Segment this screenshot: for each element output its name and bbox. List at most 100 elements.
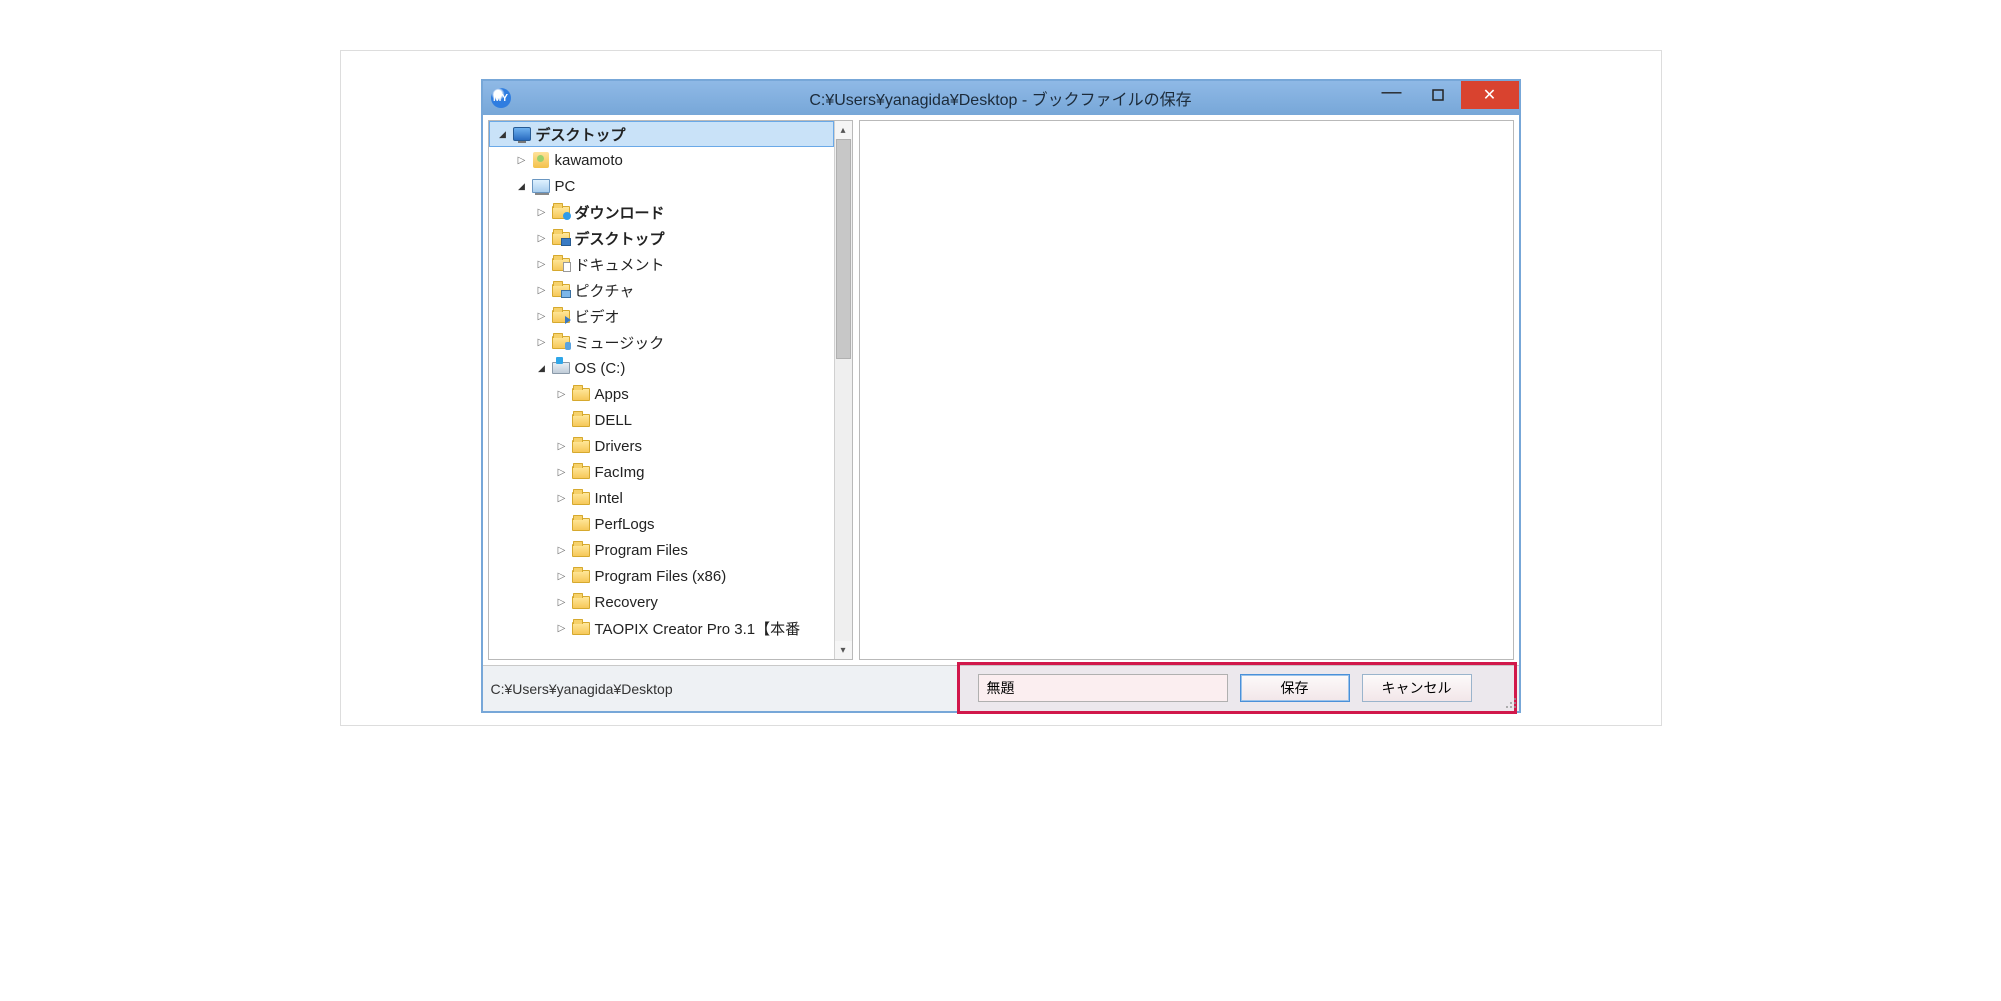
pc-icon — [531, 177, 551, 195]
save-dialog-window: MY C:¥Users¥yanagida¥Desktop - ブックファイルの保… — [481, 79, 1521, 713]
tree-item-label: ドキュメント — [575, 254, 665, 275]
tree-item[interactable]: ◢ PC — [489, 173, 834, 199]
tree-item[interactable]: ▷ デスクトップ — [489, 225, 834, 251]
chevron-right-icon[interactable]: ▷ — [535, 259, 549, 270]
tree-item[interactable]: ▷ ビデオ — [489, 303, 834, 329]
tree-item-label: ビデオ — [575, 306, 620, 327]
tree-item-label: TAOPIX Creator Pro 3.1【本番 — [595, 618, 801, 639]
tree-item-label: デスクトップ — [536, 124, 626, 145]
folder-vid-icon — [551, 307, 571, 325]
folder-pic-icon — [551, 281, 571, 299]
chevron-right-icon[interactable]: ▷ — [555, 493, 569, 504]
tree-scrollbar[interactable]: ▴ ▾ — [834, 121, 852, 659]
chevron-down-icon[interactable]: ◢ — [535, 363, 549, 374]
tree-item[interactable]: ▷ ドキュメント — [489, 251, 834, 277]
tree-item[interactable]: ▷ kawamoto — [489, 147, 834, 173]
current-path-label: C:¥Users¥yanagida¥Desktop — [491, 681, 673, 697]
maximize-icon — [1432, 89, 1444, 101]
tree-item[interactable]: ▷ Recovery — [489, 589, 834, 615]
maximize-button[interactable] — [1415, 81, 1461, 109]
chevron-right-icon[interactable]: ▷ — [555, 623, 569, 634]
scroll-thumb[interactable] — [836, 139, 851, 359]
resize-grip-icon[interactable] — [1505, 697, 1517, 709]
folder-tree[interactable]: ◢ デスクトップ ▷ kawamoto ◢ PC ▷ ダウンロード ▷ デスクトップ ▷ ドキュメント… — [489, 121, 834, 659]
chevron-right-icon[interactable]: ▷ — [535, 207, 549, 218]
tree-item-label: FacImg — [595, 464, 645, 481]
folder-icon — [571, 385, 591, 403]
tree-item[interactable]: ▷ Apps — [489, 381, 834, 407]
tree-item[interactable]: DELL — [489, 407, 834, 433]
tree-item[interactable]: ◢ デスクトップ — [489, 121, 834, 147]
action-highlight-box: 保存 キャンセル — [957, 662, 1517, 714]
chevron-right-icon[interactable]: ▷ — [535, 337, 549, 348]
window-body: ◢ デスクトップ ▷ kawamoto ◢ PC ▷ ダウンロード ▷ デスクトップ ▷ ドキュメント… — [483, 115, 1519, 665]
tree-item-label: OS (C:) — [575, 360, 626, 377]
app-icon: MY — [491, 88, 511, 108]
chevron-right-icon[interactable]: ▷ — [535, 233, 549, 244]
tree-item-label: Recovery — [595, 594, 658, 611]
minimize-button[interactable]: — — [1369, 81, 1415, 109]
chevron-right-icon[interactable]: ▷ — [555, 389, 569, 400]
titlebar[interactable]: MY C:¥Users¥yanagida¥Desktop - ブックファイルの保… — [483, 81, 1519, 115]
tree-item-label: PerfLogs — [595, 516, 655, 533]
tree-item-label: ダウンロード — [575, 202, 665, 223]
tree-item[interactable]: ▷ Intel — [489, 485, 834, 511]
tree-item[interactable]: ▷ ダウンロード — [489, 199, 834, 225]
folder-icon — [571, 567, 591, 585]
scroll-up-button[interactable]: ▴ — [835, 121, 852, 139]
tree-item-label: Apps — [595, 386, 629, 403]
chevron-right-icon[interactable]: ▷ — [535, 311, 549, 322]
tree-item[interactable]: ▷ ピクチャ — [489, 277, 834, 303]
tree-item[interactable]: ▷ Program Files (x86) — [489, 563, 834, 589]
chevron-right-icon[interactable]: ▷ — [555, 441, 569, 452]
chevron-down-icon[interactable]: ◢ — [496, 129, 510, 140]
chevron-right-icon[interactable]: ▷ — [555, 571, 569, 582]
file-list-pane[interactable] — [859, 120, 1514, 660]
folder-icon — [571, 541, 591, 559]
tree-item[interactable]: ▷ FacImg — [489, 459, 834, 485]
chevron-right-icon[interactable]: ▷ — [555, 467, 569, 478]
tree-item-label: ミュージック — [575, 332, 665, 353]
window-controls: — ✕ — [1369, 81, 1519, 109]
tree-item[interactable]: ▷ Program Files — [489, 537, 834, 563]
folder-icon — [571, 437, 591, 455]
folder-doc-icon — [551, 255, 571, 273]
tree-item[interactable]: ▷ TAOPIX Creator Pro 3.1【本番 — [489, 615, 834, 641]
cancel-button[interactable]: キャンセル — [1362, 674, 1472, 702]
tree-item-label: Program Files — [595, 542, 688, 559]
folder-icon — [571, 489, 591, 507]
chevron-right-icon[interactable]: ▷ — [535, 285, 549, 296]
tree-item-label: ピクチャ — [575, 280, 635, 301]
save-button[interactable]: 保存 — [1240, 674, 1350, 702]
tree-item-label: デスクトップ — [575, 228, 665, 249]
tree-item[interactable]: ◢ OS (C:) — [489, 355, 834, 381]
folder-dsk-icon — [551, 229, 571, 247]
tree-item-label: Program Files (x86) — [595, 568, 727, 585]
folder-dl-icon — [551, 203, 571, 221]
tree-item[interactable]: ▷ ミュージック — [489, 329, 834, 355]
filename-input[interactable] — [978, 674, 1228, 702]
tree-item-label: Intel — [595, 490, 623, 507]
statusbar: C:¥Users¥yanagida¥Desktop 保存 キャンセル — [483, 665, 1519, 711]
folder-icon — [571, 411, 591, 429]
close-button[interactable]: ✕ — [1461, 81, 1519, 109]
window-title: C:¥Users¥yanagida¥Desktop - ブックファイルの保存 — [809, 86, 1191, 110]
folder-icon — [571, 619, 591, 637]
chevron-down-icon[interactable]: ◢ — [515, 181, 529, 192]
tree-item[interactable]: PerfLogs — [489, 511, 834, 537]
outer-frame: MY C:¥Users¥yanagida¥Desktop - ブックファイルの保… — [340, 50, 1662, 726]
tree-item-label: DELL — [595, 412, 633, 429]
drive-icon — [551, 359, 571, 377]
monitor-icon — [512, 125, 532, 143]
folder-mus-icon — [551, 333, 571, 351]
folder-icon — [571, 593, 591, 611]
chevron-right-icon[interactable]: ▷ — [555, 597, 569, 608]
folder-icon — [571, 515, 591, 533]
tree-item-label: kawamoto — [555, 152, 623, 169]
tree-item[interactable]: ▷Drivers — [489, 433, 834, 459]
scroll-down-button[interactable]: ▾ — [835, 641, 852, 659]
chevron-right-icon[interactable]: ▷ — [515, 155, 529, 166]
tree-item-label: PC — [555, 178, 576, 195]
user-icon — [531, 151, 551, 169]
chevron-right-icon[interactable]: ▷ — [555, 545, 569, 556]
